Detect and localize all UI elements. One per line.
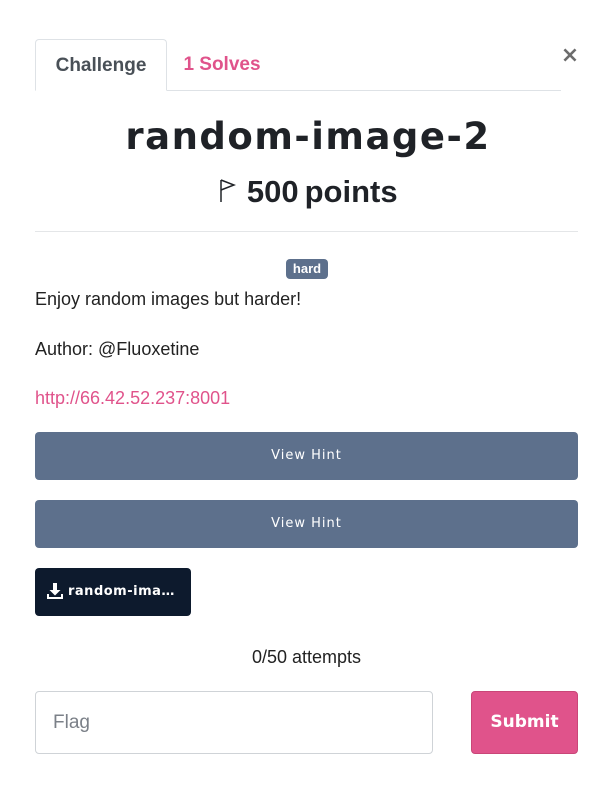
tab-solves[interactable]: 1 Solves (177, 39, 267, 91)
difficulty-badge: hard (286, 259, 328, 279)
file-name: random-imag... (68, 584, 182, 599)
tab-bar: Challenge 1 Solves (35, 39, 561, 91)
view-hint-button[interactable]: View Hint (35, 500, 578, 548)
header-divider (35, 231, 578, 232)
submit-button[interactable]: Submit (471, 691, 578, 754)
close-icon: × (560, 43, 580, 68)
challenge-title: random-image-2 (125, 115, 491, 158)
challenge-link[interactable]: http://66.42.52.237:8001 (35, 386, 230, 410)
challenge-modal: × Challenge 1 Solves random-image-2 500 p… (0, 0, 616, 809)
flag-input[interactable] (35, 691, 433, 754)
attempts-counter: 0/50 attempts (251, 647, 362, 667)
view-hint-button[interactable]: View Hint (35, 432, 578, 480)
flag-icon (220, 179, 237, 202)
download-icon (47, 582, 63, 599)
tab-challenge[interactable]: Challenge (35, 39, 167, 91)
author-line: Author: @Fluoxetine (35, 339, 200, 359)
points-unit: points (304, 174, 398, 209)
description-line: Enjoy random images but harder! (35, 289, 302, 309)
points-row: 500 points (0, 168, 616, 216)
points-value: 500 (246, 174, 299, 209)
file-download-button[interactable]: random-imag... (35, 568, 191, 616)
